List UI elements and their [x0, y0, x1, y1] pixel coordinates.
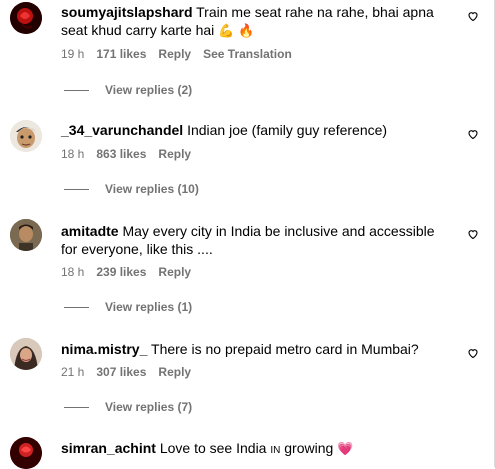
heart-outline-icon[interactable]: [467, 10, 479, 22]
comment-text-block: _34_varunchandel Indian joe (family guy …: [61, 121, 446, 139]
view-replies-button[interactable]: View replies (7): [64, 400, 192, 414]
heart-outline-icon[interactable]: [467, 347, 479, 359]
view-replies-label: View replies (2): [105, 83, 193, 97]
divider-line: [64, 188, 89, 190]
comment-username[interactable]: nima.mistry_: [61, 341, 147, 357]
view-replies-label: View replies (10): [105, 182, 199, 196]
view-replies-button[interactable]: View replies (1): [64, 300, 192, 314]
comment-meta: 19 h 171 likes Reply See Translation: [61, 47, 292, 61]
comment-username[interactable]: soumyajitslapshard: [61, 4, 193, 20]
avatar[interactable]: [10, 437, 42, 469]
see-translation-button[interactable]: See Translation: [203, 47, 292, 61]
reply-button[interactable]: Reply: [158, 47, 191, 61]
person-avatar-image: [10, 219, 42, 251]
view-replies-label: View replies (7): [105, 400, 193, 414]
divider-line: [64, 306, 89, 308]
comment-text-smallcaps: in: [270, 440, 281, 456]
view-replies-label: View replies (1): [105, 300, 193, 314]
avatar[interactable]: [10, 2, 42, 34]
divider-line: [64, 406, 89, 408]
reply-button[interactable]: Reply: [158, 265, 191, 279]
person-avatar-image: [10, 338, 42, 370]
rose-avatar-image: [10, 2, 42, 34]
comment-text-end: growing: [284, 440, 334, 456]
comment-meta: 18 h 863 likes Reply: [61, 147, 191, 161]
comment-meta: 18 h 239 likes Reply: [61, 265, 191, 279]
heart-outline-icon[interactable]: [467, 128, 479, 140]
reply-button[interactable]: Reply: [158, 147, 191, 161]
comment-username[interactable]: _34_varunchandel: [61, 122, 183, 138]
comment-text: Indian joe (family guy reference): [187, 122, 388, 138]
comment-text-block: soumyajitslapshard Train me seat rahe na…: [61, 3, 446, 40]
avatar[interactable]: [10, 338, 42, 370]
comment-username[interactable]: amitadte: [61, 223, 119, 239]
comment-text-block: simran_achint Love to see India in growi…: [61, 439, 446, 458]
comment-likes[interactable]: 239 likes: [96, 265, 146, 279]
comment-likes[interactable]: 863 likes: [96, 147, 146, 161]
comment-meta: 21 h 307 likes Reply: [61, 365, 191, 379]
view-replies-button[interactable]: View replies (2): [64, 83, 192, 97]
comment-username[interactable]: simran_achint: [61, 440, 156, 456]
comment-text: There is no prepaid metro card in Mumbai…: [151, 341, 419, 357]
view-replies-button[interactable]: View replies (10): [64, 182, 199, 196]
avatar[interactable]: [10, 219, 42, 251]
rose-avatar-image: [10, 437, 42, 469]
comment-text: Love to see India: [159, 440, 267, 456]
comment-likes[interactable]: 307 likes: [96, 365, 146, 379]
avatar[interactable]: [10, 120, 42, 152]
cartoon-avatar-image: [10, 120, 42, 152]
comment-likes[interactable]: 171 likes: [96, 47, 146, 61]
comment-text-block: nima.mistry_ There is no prepaid metro c…: [61, 340, 446, 358]
heart-emoji: 💗: [337, 441, 354, 456]
divider-line: [64, 89, 89, 91]
heart-outline-icon[interactable]: [467, 228, 479, 240]
comment-time[interactable]: 18 h: [61, 147, 84, 161]
comment-emojis: 💪 🔥: [218, 23, 255, 38]
comment-text-block: amitadte May every city in India be incl…: [61, 222, 446, 258]
comment-time[interactable]: 21 h: [61, 365, 84, 379]
reply-button[interactable]: Reply: [158, 365, 191, 379]
comment-time[interactable]: 19 h: [61, 47, 84, 61]
comment-time[interactable]: 18 h: [61, 265, 84, 279]
